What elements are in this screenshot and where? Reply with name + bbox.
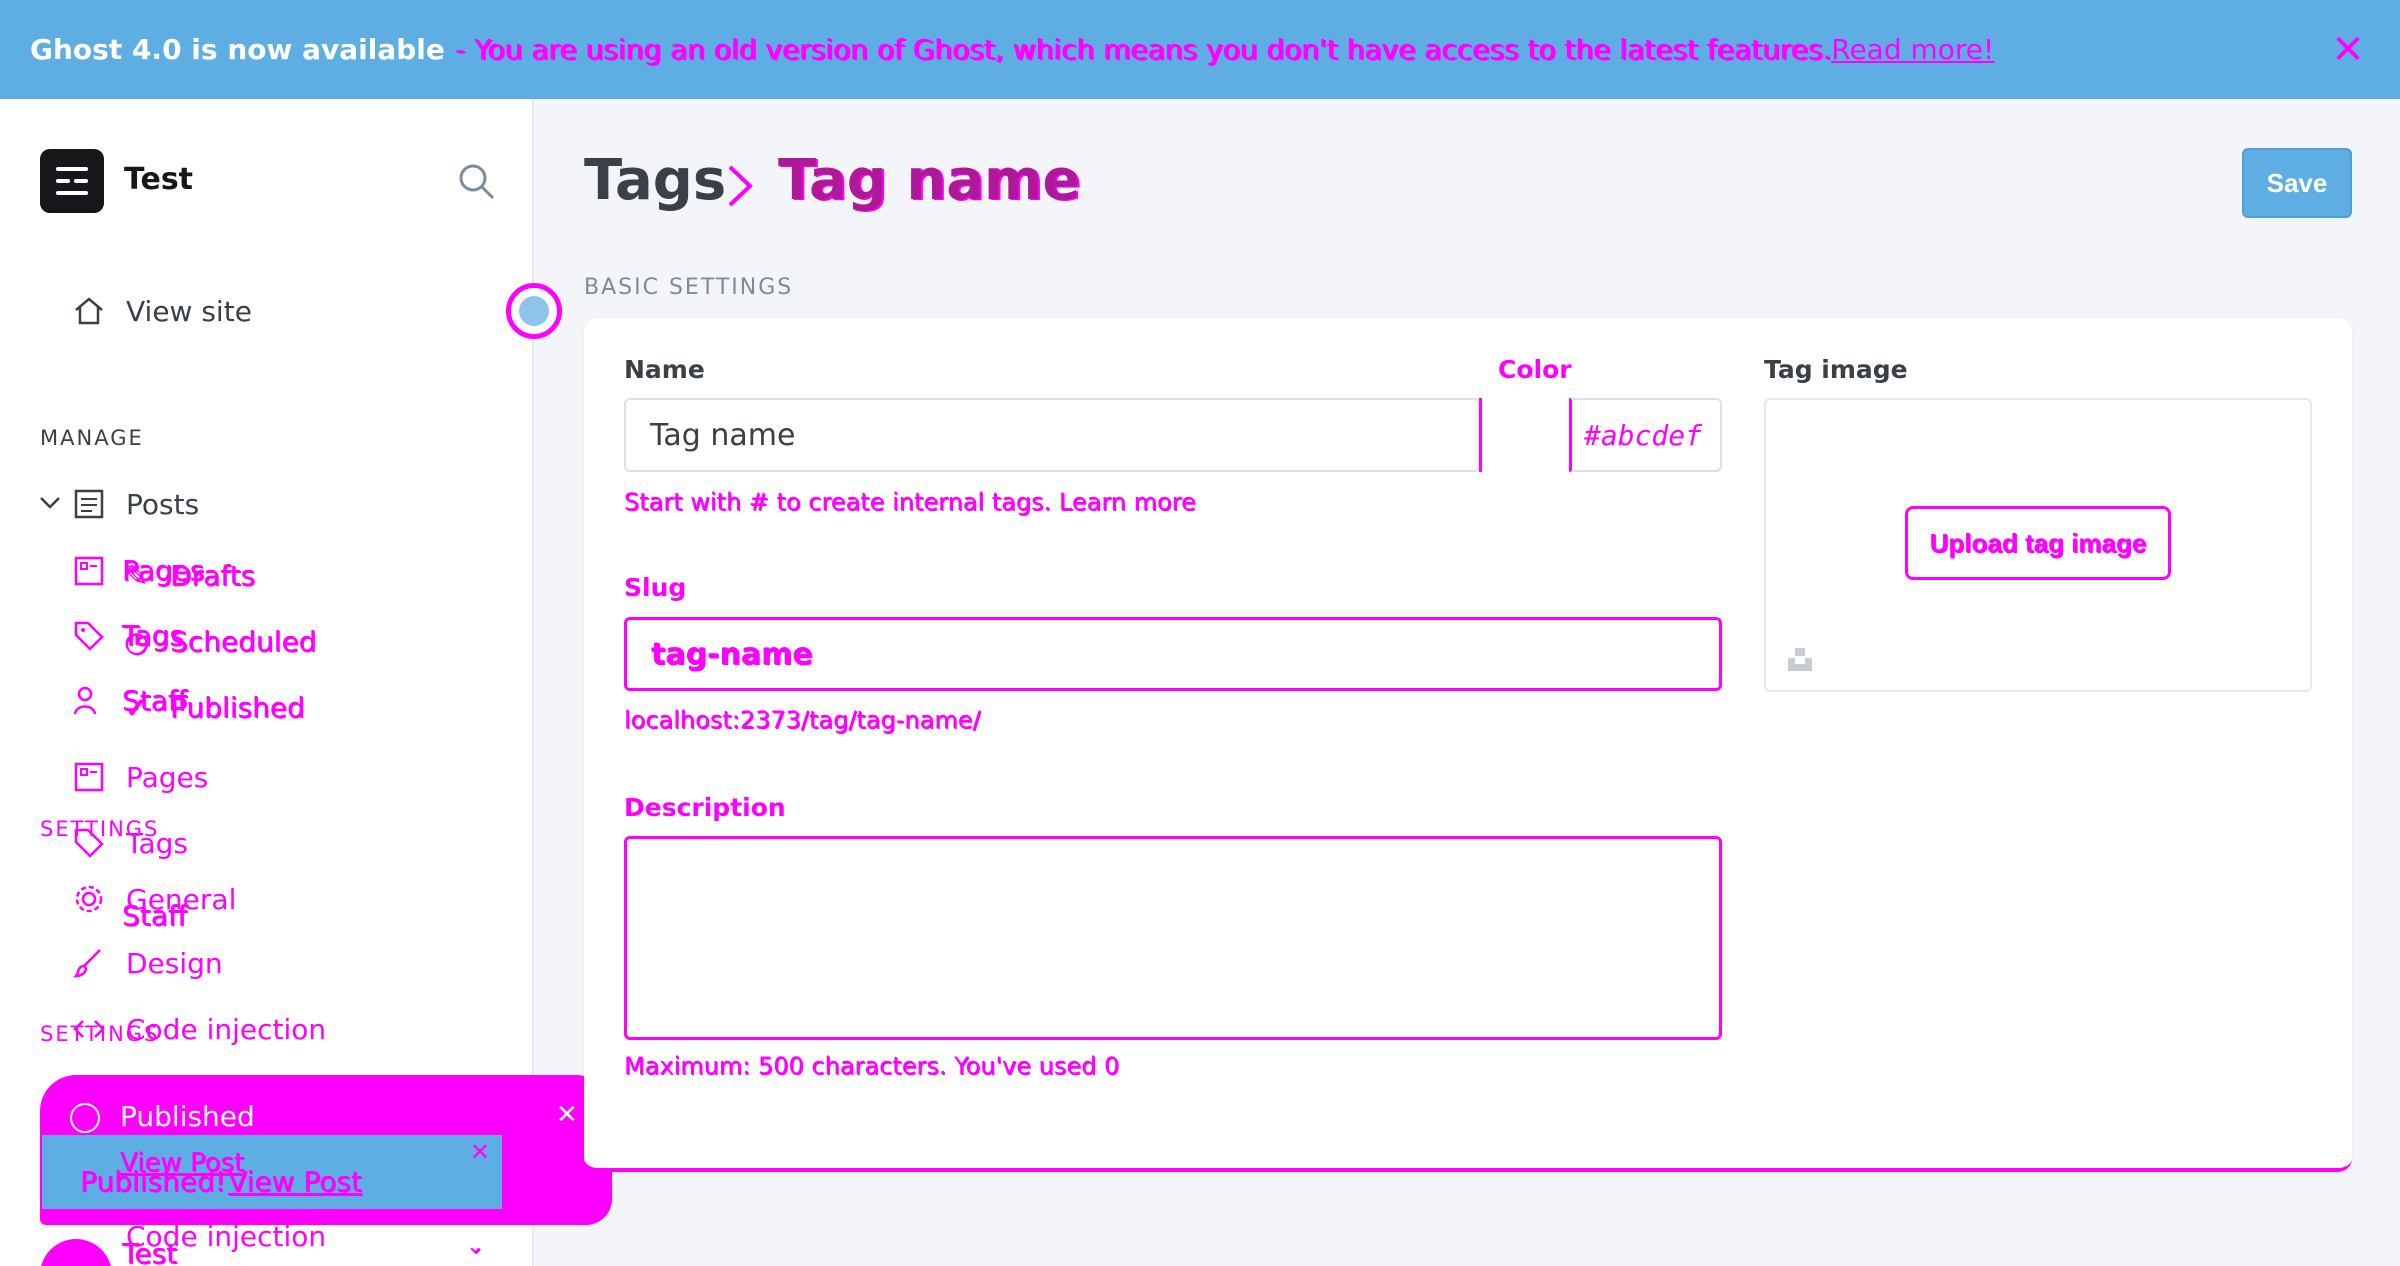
- site-title[interactable]: Test: [124, 162, 193, 197]
- description-textarea[interactable]: [624, 836, 1722, 1040]
- code-icon: [73, 1020, 105, 1038]
- close-icon[interactable]: ✕: [470, 1138, 490, 1166]
- sidebar-item-label: Pages: [126, 760, 209, 794]
- slug-input[interactable]: tag-name: [624, 617, 1722, 691]
- save-button[interactable]: Save: [2242, 148, 2352, 218]
- tag-image-label: Tag image: [1764, 355, 1908, 384]
- name-label: Name: [624, 355, 705, 384]
- view-site-label: View site: [126, 294, 252, 328]
- sidebar-item-pages-2[interactable]: Pages: [72, 755, 208, 799]
- sidebar-item-scheduled[interactable]: Scheduled: [170, 625, 316, 658]
- check-icon: [70, 1103, 100, 1133]
- view-site-link[interactable]: View site: [72, 289, 252, 333]
- upload-tag-image-button[interactable]: Upload tag image: [1905, 506, 2171, 580]
- sidebar-item-drafts[interactable]: Drafts: [170, 559, 255, 592]
- color-swatch[interactable]: [1479, 398, 1571, 472]
- chevron-right-icon: [728, 165, 753, 207]
- sidebar-item-label: Code injection: [126, 1012, 327, 1046]
- slug-label: Slug: [624, 573, 687, 602]
- sidebar-item-general[interactable]: General: [72, 877, 236, 921]
- published-icon: ✓: [124, 691, 148, 724]
- sidebar-item-code-injection[interactable]: Code injection: [72, 1007, 326, 1051]
- upgrade-banner: Ghost 4.0 is now available - You are usi…: [0, 0, 2400, 99]
- name-hint: Start with # to create internal tags. Le…: [624, 488, 1196, 516]
- sidebar-item-design[interactable]: Design: [72, 941, 223, 985]
- pages-icon: [74, 762, 104, 792]
- posts-icon: [74, 489, 104, 519]
- brush-icon: [72, 949, 101, 978]
- color-label: Color: [1498, 355, 1572, 384]
- close-icon[interactable]: ✕: [2326, 28, 2370, 72]
- slug-url: localhost:2373/tag/tag-name/: [624, 706, 981, 734]
- search-icon[interactable]: [456, 161, 496, 201]
- tag-icon: [74, 621, 104, 651]
- basic-settings-label: BASIC SETTINGS: [584, 275, 794, 300]
- description-label: Description: [624, 793, 786, 822]
- description-hint: Maximum: 500 characters. You've used 0: [624, 1052, 1120, 1080]
- toast-published-text: Published!: [80, 1165, 227, 1198]
- banner-title: Ghost 4.0 is now available: [30, 33, 445, 66]
- home-icon: [75, 297, 103, 325]
- name-input[interactable]: Tag name: [624, 398, 1480, 472]
- pencil-icon: ✎: [124, 559, 148, 592]
- close-icon[interactable]: ✕: [556, 1100, 578, 1130]
- toast-title: Published: [120, 1100, 255, 1133]
- gear-icon: [75, 885, 103, 913]
- staff-icon: [73, 686, 97, 715]
- page-title: Tag name: [778, 148, 1081, 213]
- user-name[interactable]: Test: [122, 1237, 177, 1266]
- sidebar-item-tags-2[interactable]: Tags: [72, 821, 188, 865]
- clock-icon: ◷: [124, 625, 149, 658]
- chevron-down-icon[interactable]: [38, 492, 62, 512]
- sidebar-item-published[interactable]: Published: [170, 691, 305, 724]
- pages-icon: [74, 556, 104, 586]
- banner-read-more-link[interactable]: Read more!: [1831, 33, 1994, 66]
- sidebar-item-label: Design: [126, 946, 223, 980]
- unsplash-icon[interactable]: [1786, 645, 1814, 673]
- sidebar-item-label: Tags: [126, 826, 188, 860]
- banner-message: - You are using an old version of Ghost,…: [454, 33, 1832, 66]
- chevron-down-icon[interactable]: ⌄: [466, 1234, 484, 1259]
- breadcrumb-parent[interactable]: Tags: [584, 148, 726, 213]
- sidebar-item-label: General: [126, 882, 237, 916]
- sidebar-item-label: Posts: [126, 487, 200, 521]
- sidebar-item-posts[interactable]: Posts: [72, 482, 199, 526]
- color-input[interactable]: #abcdef: [1570, 398, 1722, 472]
- sidebar-toggle[interactable]: [506, 283, 562, 339]
- manage-section-label: MANAGE: [40, 426, 144, 450]
- site-logo[interactable]: [40, 149, 104, 213]
- view-post-link-2[interactable]: View Post: [228, 1165, 362, 1198]
- tag-icon: [74, 828, 104, 858]
